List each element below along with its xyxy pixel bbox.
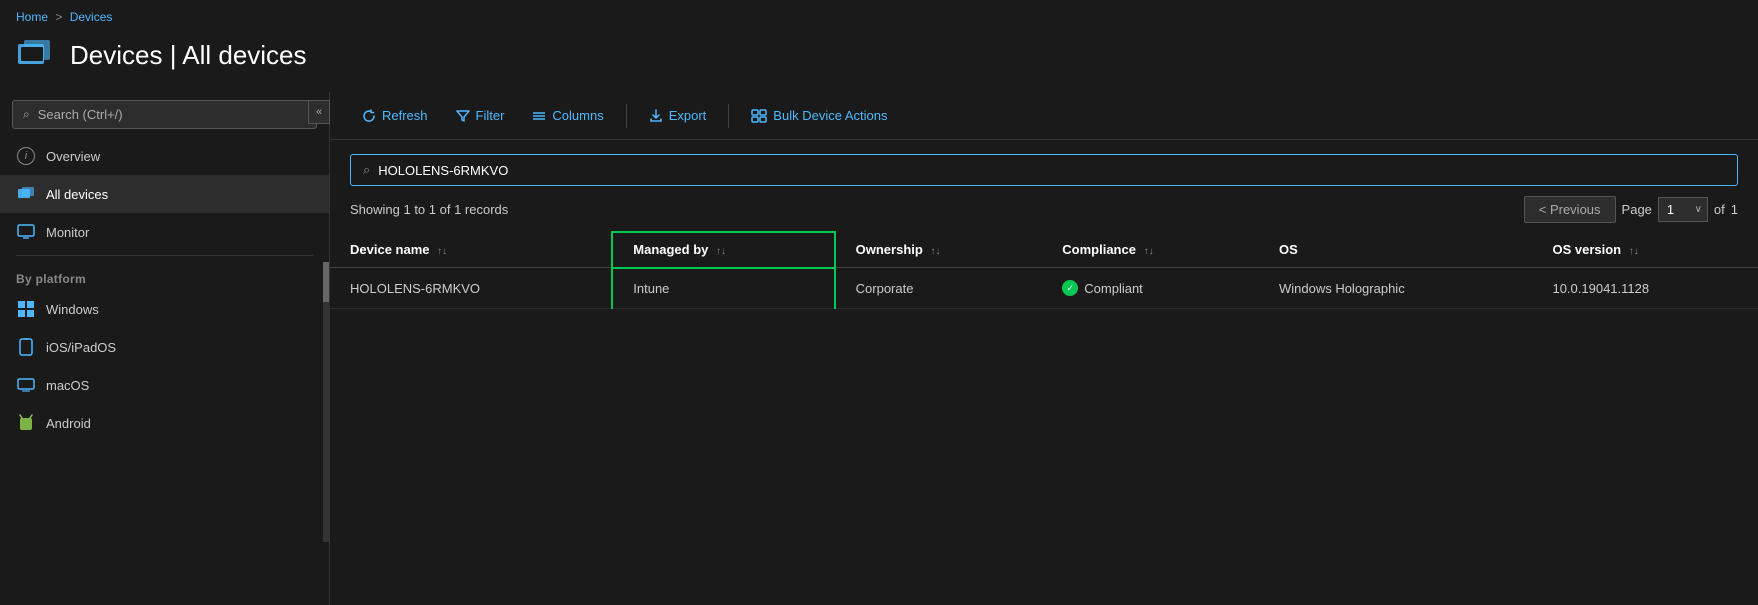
sort-icon-device-name[interactable]: ↑↓ [437, 246, 447, 257]
page-title: Devices | All devices [70, 40, 307, 71]
breadcrumb-home[interactable]: Home [16, 10, 48, 24]
breadcrumb-current[interactable]: Devices [70, 10, 113, 24]
sidebar-by-platform-label: By platform [0, 260, 329, 290]
refresh-icon [362, 109, 376, 123]
pagination: < Previous Page 1 of 1 [1524, 196, 1738, 223]
devices-table: Device name ↑↓ Managed by ↑↓ Ownership ↑… [330, 231, 1758, 309]
records-showing-text: Showing 1 to 1 of 1 records [350, 202, 508, 217]
page-header: Devices | All devices [0, 30, 1758, 92]
sidebar-scrollbar[interactable] [323, 262, 329, 542]
devices-icon [16, 34, 58, 76]
table-body: HOLOLENS-6RMKVO Intune Corporate ✓ Compl… [330, 268, 1758, 309]
macos-icon [16, 375, 36, 395]
cell-os: Windows Holographic [1259, 268, 1533, 309]
android-icon [16, 413, 36, 433]
columns-button[interactable]: Columns [520, 102, 615, 129]
table-header: Device name ↑↓ Managed by ↑↓ Ownership ↑… [330, 232, 1758, 268]
sort-icon-os-version[interactable]: ↑↓ [1629, 246, 1639, 257]
compliance-text: Compliant [1084, 281, 1143, 296]
pagination-page-select-wrap: 1 [1658, 197, 1708, 222]
sort-icon-managed-by[interactable]: ↑↓ [716, 246, 726, 257]
sidebar-item-macos[interactable]: macOS [0, 366, 329, 404]
pagination-previous-button[interactable]: < Previous [1524, 196, 1616, 223]
column-ownership[interactable]: Ownership ↑↓ [835, 232, 1043, 268]
compliance-value: ✓ Compliant [1062, 280, 1239, 296]
sidebar-search-placeholder: Search (Ctrl+/) [38, 107, 123, 122]
collapse-button[interactable]: « [308, 100, 330, 124]
cell-device-name: HOLOLENS-6RMKVO [330, 268, 612, 309]
toolbar-divider-2 [728, 104, 729, 128]
sidebar-item-ios[interactable]: iOS/iPadOS [0, 328, 329, 366]
sidebar-label-monitor: Monitor [46, 225, 89, 240]
table-wrapper: Device name ↑↓ Managed by ↑↓ Ownership ↑… [330, 231, 1758, 309]
toolbar-divider-1 [626, 104, 627, 128]
cell-compliance: ✓ Compliant [1042, 268, 1259, 309]
records-info: Showing 1 to 1 of 1 records [350, 202, 508, 217]
overview-icon: i [16, 146, 36, 166]
pagination-page-label: Page [1622, 202, 1652, 217]
pagination-of-label: of [1714, 202, 1725, 217]
pagination-page-select[interactable]: 1 [1658, 197, 1708, 222]
export-icon [649, 109, 663, 123]
sidebar-label-overview: Overview [46, 149, 100, 164]
cell-os-version: 10.0.19041.1128 [1532, 268, 1758, 309]
sidebar-search-icon: ⌕ [23, 107, 30, 122]
cell-managed-by: Intune [612, 268, 834, 309]
sidebar-item-all-devices[interactable]: All devices [0, 175, 329, 213]
search-bar-container: ⌕ HOLOLENS-6RMKVO [330, 140, 1758, 194]
windows-icon [16, 299, 36, 319]
cell-ownership: Corporate [835, 268, 1043, 309]
sidebar-scrollbar-thumb[interactable] [323, 262, 329, 302]
column-os-version[interactable]: OS version ↑↓ [1532, 232, 1758, 268]
sidebar-label-android: Android [46, 416, 91, 431]
monitor-icon [16, 222, 36, 242]
sidebar-label-ios: iOS/iPadOS [46, 340, 116, 355]
toolbar: Refresh Filter Columns [330, 92, 1758, 140]
table-row[interactable]: HOLOLENS-6RMKVO Intune Corporate ✓ Compl… [330, 268, 1758, 309]
export-button[interactable]: Export [637, 102, 719, 129]
sidebar-item-monitor[interactable]: Monitor [0, 213, 329, 251]
sidebar-item-android[interactable]: Android [0, 404, 329, 442]
compliance-dot-icon: ✓ [1062, 280, 1078, 296]
sidebar-divider [16, 255, 313, 256]
sidebar: ⌕ Search (Ctrl+/) « i Overview All devic… [0, 92, 330, 605]
sidebar-label-macos: macOS [46, 378, 89, 393]
filter-icon [456, 110, 470, 122]
search-bar[interactable]: ⌕ HOLOLENS-6RMKVO [350, 154, 1738, 186]
sort-icon-compliance[interactable]: ↑↓ [1144, 246, 1154, 257]
column-device-name[interactable]: Device name ↑↓ [330, 232, 612, 268]
all-devices-icon [16, 184, 36, 204]
column-managed-by[interactable]: Managed by ↑↓ [612, 232, 834, 268]
sidebar-search[interactable]: ⌕ Search (Ctrl+/) [12, 100, 317, 129]
sidebar-label-all-devices: All devices [46, 187, 108, 202]
bulk-actions-icon [751, 109, 767, 123]
refresh-button[interactable]: Refresh [350, 102, 440, 129]
pagination-total-pages: 1 [1731, 202, 1738, 217]
content-area: Refresh Filter Columns [330, 92, 1758, 605]
breadcrumb-separator: > [55, 10, 62, 24]
column-os[interactable]: OS [1259, 232, 1533, 268]
column-compliance[interactable]: Compliance ↑↓ [1042, 232, 1259, 268]
ios-icon [16, 337, 36, 357]
search-bar-icon: ⌕ [363, 162, 370, 178]
columns-icon [532, 110, 546, 122]
bulk-actions-button[interactable]: Bulk Device Actions [739, 102, 899, 129]
breadcrumb: Home > Devices [0, 0, 1758, 30]
sidebar-item-overview[interactable]: i Overview [0, 137, 329, 175]
sidebar-label-windows: Windows [46, 302, 99, 317]
sidebar-item-windows[interactable]: Windows [0, 290, 329, 328]
table-header-row: Device name ↑↓ Managed by ↑↓ Ownership ↑… [330, 232, 1758, 268]
filter-button[interactable]: Filter [444, 102, 517, 129]
sort-icon-ownership[interactable]: ↑↓ [930, 246, 940, 257]
search-value: HOLOLENS-6RMKVO [378, 163, 508, 178]
